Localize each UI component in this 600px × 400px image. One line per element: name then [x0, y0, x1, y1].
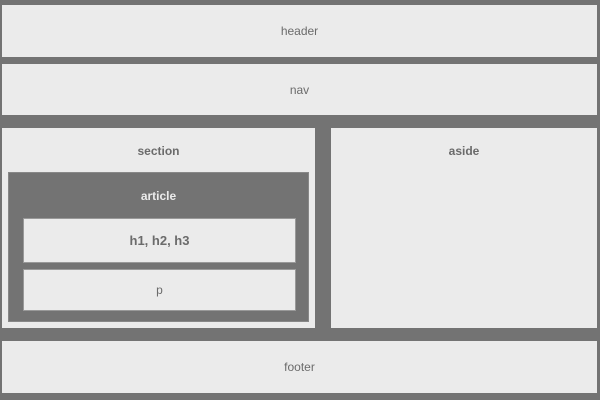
article-block: article h1, h2, h3 p [8, 172, 309, 322]
header-block: header [2, 5, 597, 57]
nav-block: nav [2, 64, 597, 115]
headings-label: h1, h2, h3 [129, 233, 190, 248]
footer-block: footer [2, 341, 597, 393]
headings-block: h1, h2, h3 [23, 218, 296, 263]
nav-label: nav [289, 82, 310, 97]
footer-label: footer [284, 360, 315, 374]
section-label: section [137, 144, 180, 158]
aside-block: aside [331, 128, 597, 328]
section-block: section article h1, h2, h3 p [2, 128, 315, 328]
paragraph-label: p [156, 283, 163, 297]
article-label: article [140, 189, 177, 203]
paragraph-block: p [23, 269, 296, 311]
aside-label: aside [448, 144, 480, 158]
header-label: header [280, 24, 319, 38]
